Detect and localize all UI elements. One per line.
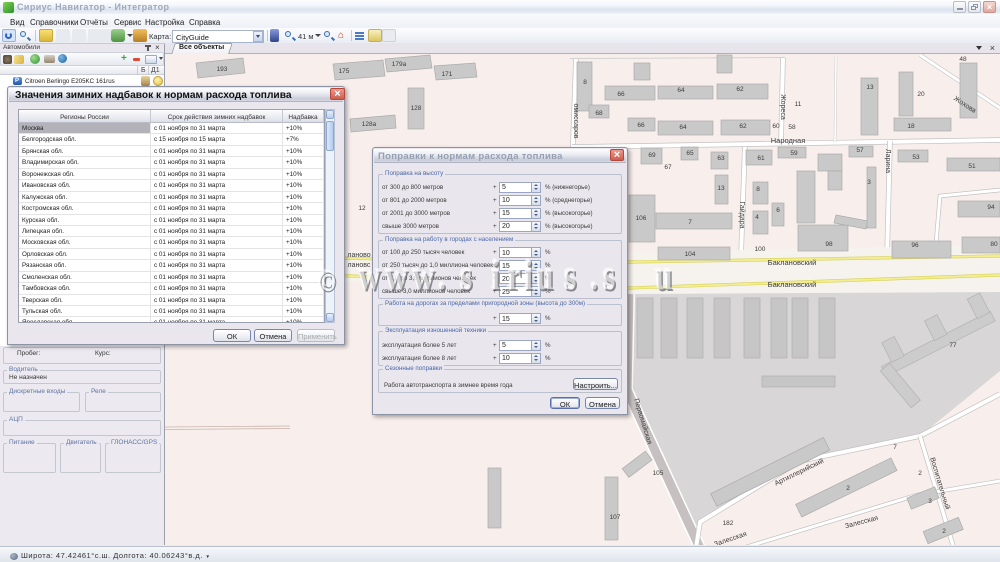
svg-text:ланово: ланово	[347, 252, 370, 259]
svg-text:104: 104	[685, 251, 696, 258]
svg-text:66: 66	[637, 122, 645, 129]
svg-text:2: 2	[918, 470, 922, 477]
svg-text:2: 2	[846, 485, 850, 492]
svg-text:8: 8	[583, 79, 587, 86]
svg-text:64: 64	[679, 124, 687, 131]
svg-text:179а: 179а	[392, 61, 407, 68]
svg-text:68: 68	[595, 110, 603, 117]
svg-text:48: 48	[959, 56, 967, 63]
svg-text:51: 51	[968, 163, 976, 170]
svg-text:107: 107	[610, 514, 621, 521]
svg-text:182: 182	[723, 520, 734, 527]
svg-text:106: 106	[636, 215, 647, 222]
svg-text:Народная: Народная	[771, 136, 806, 145]
svg-text:67: 67	[664, 164, 672, 171]
svg-text:6: 6	[776, 207, 780, 214]
svg-text:53: 53	[912, 154, 920, 161]
svg-text:105: 105	[653, 470, 664, 477]
svg-text:175: 175	[339, 68, 350, 75]
svg-text:Ларина: Ларина	[884, 149, 891, 173]
svg-text:64: 64	[677, 87, 685, 94]
svg-text:3: 3	[928, 498, 932, 505]
svg-text:62: 62	[736, 86, 744, 93]
svg-text:80: 80	[990, 241, 998, 248]
svg-text:8: 8	[756, 186, 760, 193]
svg-text:60: 60	[772, 123, 780, 130]
svg-text:62: 62	[739, 123, 747, 130]
svg-text:Гайдара: Гайдара	[738, 202, 746, 229]
svg-text:Баклановский: Баклановский	[768, 258, 817, 267]
svg-text:171: 171	[442, 71, 453, 78]
svg-text:4: 4	[755, 214, 759, 221]
svg-text:Баклановский: Баклановский	[768, 280, 817, 289]
svg-text:128а: 128а	[362, 121, 377, 128]
svg-text:100: 100	[755, 246, 766, 253]
svg-text:12: 12	[358, 205, 366, 212]
svg-text:20: 20	[917, 91, 925, 98]
svg-text:омиссаров: омиссаров	[572, 103, 579, 138]
svg-text:69: 69	[648, 152, 656, 159]
svg-text:Залесская: Залесская	[713, 531, 748, 545]
svg-text:65: 65	[686, 150, 694, 157]
svg-text:128: 128	[411, 105, 422, 112]
svg-text:61: 61	[757, 155, 765, 162]
svg-text:Жореса: Жореса	[779, 94, 786, 120]
svg-text:7: 7	[893, 444, 897, 451]
svg-text:77: 77	[949, 342, 957, 349]
svg-text:57: 57	[856, 147, 864, 154]
svg-text:2: 2	[942, 528, 946, 535]
svg-text:98: 98	[825, 241, 833, 248]
svg-text:лановс: лановс	[348, 262, 371, 269]
svg-text:94: 94	[987, 204, 995, 211]
svg-text:96: 96	[911, 242, 919, 249]
svg-text:63: 63	[717, 155, 725, 162]
svg-text:7: 7	[688, 219, 692, 226]
svg-text:13: 13	[717, 185, 725, 192]
svg-text:18: 18	[907, 123, 915, 130]
svg-text:66: 66	[617, 91, 625, 98]
svg-text:11: 11	[795, 101, 802, 108]
svg-text:193: 193	[217, 66, 228, 73]
svg-text:13: 13	[866, 84, 874, 91]
svg-text:58: 58	[788, 124, 796, 131]
svg-text:3: 3	[867, 179, 871, 186]
svg-text:59: 59	[790, 150, 798, 157]
